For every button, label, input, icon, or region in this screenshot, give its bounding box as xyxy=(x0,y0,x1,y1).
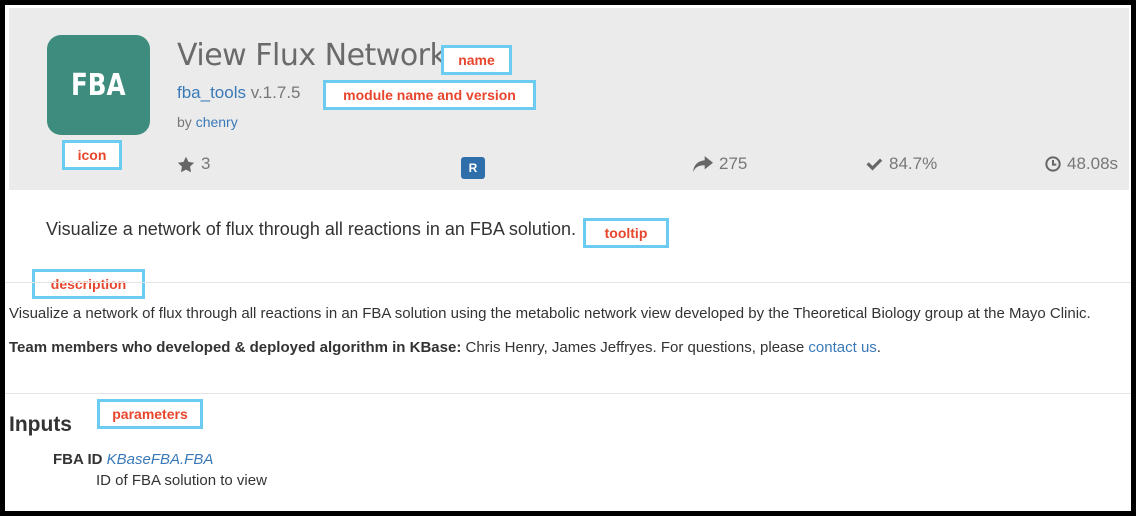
divider xyxy=(5,282,1131,283)
module-version: v.1.7.5 xyxy=(246,83,301,102)
success-rate: 84.7% xyxy=(889,154,938,173)
app-title: View Flux Network xyxy=(177,38,447,73)
annotation-name: name xyxy=(441,45,512,75)
time-stat: 48.08s xyxy=(1045,154,1118,174)
team-label: Team members who developed & deployed al… xyxy=(9,339,462,356)
divider xyxy=(5,393,1131,394)
parameter-label: FBA ID xyxy=(53,451,103,468)
app-header: FBA View Flux Network fba_tools v.1.7.5 … xyxy=(9,8,1129,190)
avg-run-time: 48.08s xyxy=(1067,154,1119,173)
app-icon: FBA xyxy=(47,35,150,135)
clock-icon xyxy=(1045,156,1061,172)
annotation-description: description xyxy=(32,269,145,299)
module-line: fba_tools v.1.7.5 xyxy=(177,83,301,103)
app-description: Visualize a network of flux through all … xyxy=(9,305,1091,322)
parameter-row: FBA ID KBaseFBA.FBA xyxy=(53,451,213,468)
annotation-tooltip: tooltip xyxy=(583,218,669,248)
stars-stat[interactable]: 3 xyxy=(177,154,210,174)
runs-count: 275 xyxy=(719,154,748,173)
app-page: FBA View Flux Network fba_tools v.1.7.5 … xyxy=(5,5,1131,511)
annotation-icon: icon xyxy=(62,140,122,170)
star-icon xyxy=(177,156,195,172)
module-link[interactable]: fba_tools xyxy=(177,83,246,102)
parameter-description: ID of FBA solution to view xyxy=(96,472,267,489)
inputs-heading: Inputs xyxy=(9,413,72,436)
app-icon-label: FBA xyxy=(71,67,126,103)
stars-count: 3 xyxy=(201,154,211,173)
team-end: . xyxy=(876,339,881,356)
team-line: Team members who developed & deployed al… xyxy=(9,339,881,356)
checkmark-icon xyxy=(866,158,883,170)
parameter-type-link[interactable]: KBaseFBA.FBA xyxy=(107,451,214,468)
contact-us-link[interactable]: contact us xyxy=(808,339,876,356)
r-badge: R xyxy=(461,157,485,179)
annotation-parameters: parameters xyxy=(97,399,203,429)
share-arrow-icon xyxy=(693,156,713,172)
runs-stat: 275 xyxy=(693,154,747,174)
author-link[interactable]: chenry xyxy=(196,114,238,130)
author-line: by chenry xyxy=(177,114,238,130)
author-prefix: by xyxy=(177,114,196,130)
team-text: Chris Henry, James Jeffryes. For questio… xyxy=(461,339,809,356)
app-tooltip: Visualize a network of flux through all … xyxy=(46,219,576,239)
success-stat: 84.7% xyxy=(865,154,937,174)
annotation-module: module name and version xyxy=(323,80,536,110)
